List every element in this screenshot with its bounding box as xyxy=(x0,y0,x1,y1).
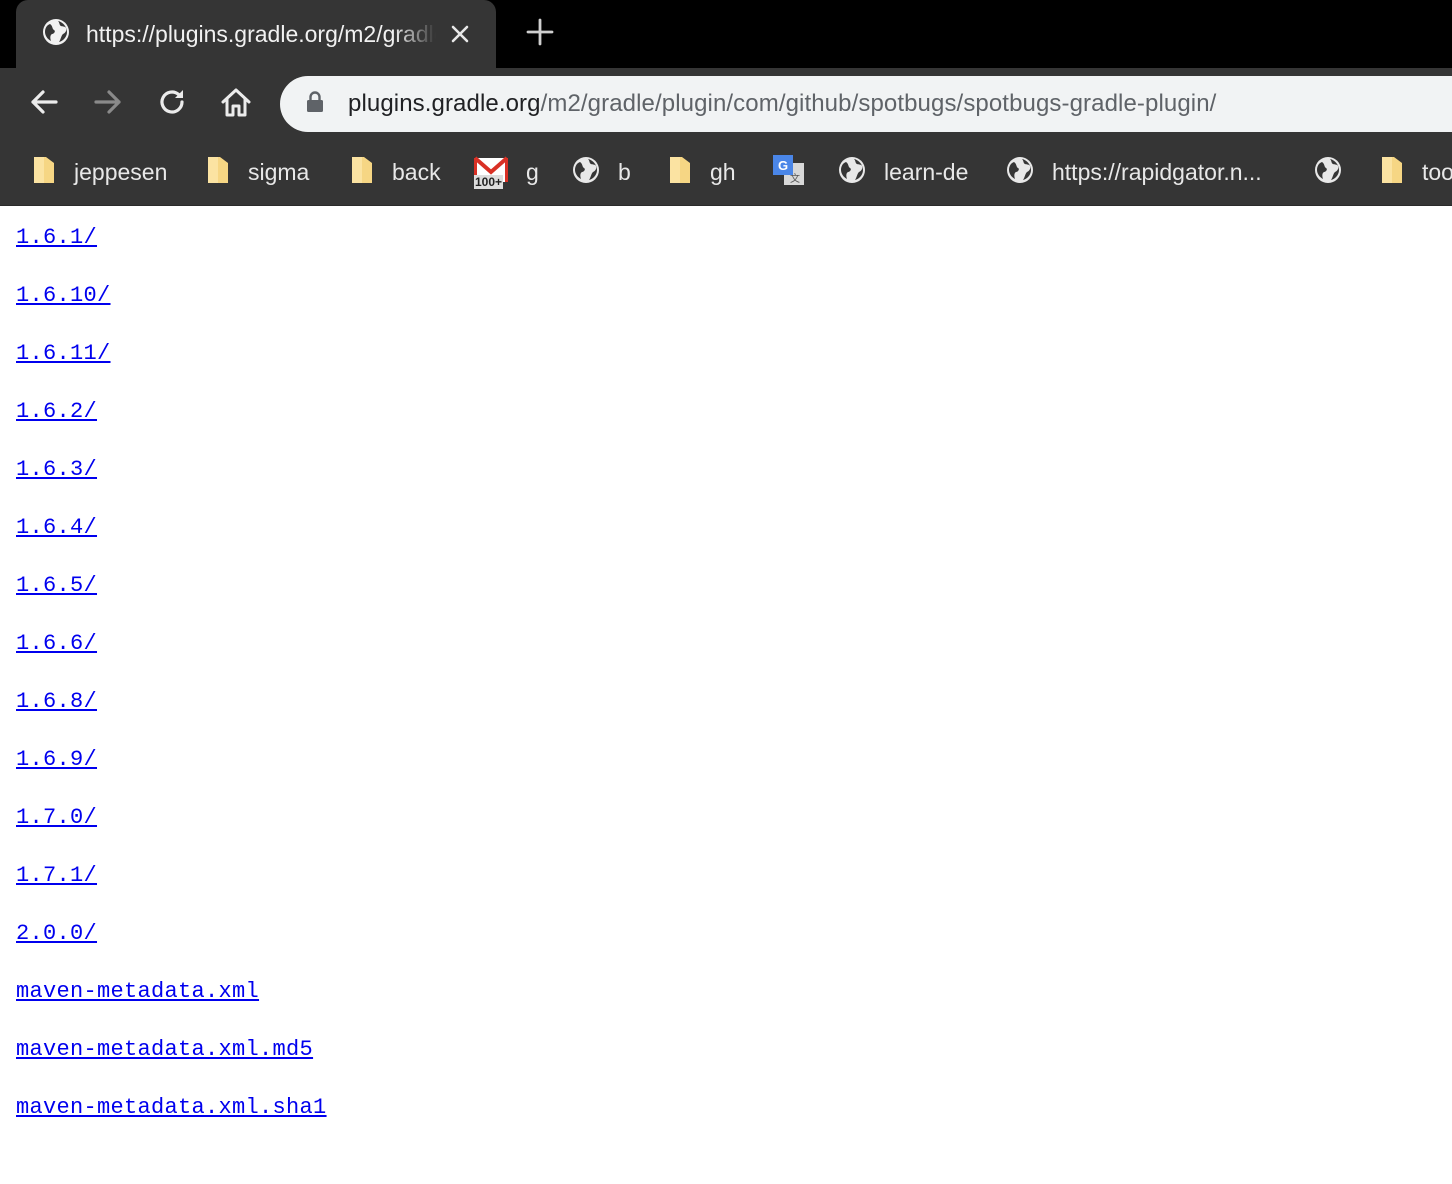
folder-icon xyxy=(350,155,374,190)
bookmark-label: back xyxy=(392,158,441,185)
list-item: 1.6.8/ xyxy=(16,686,97,718)
folder-icon xyxy=(206,155,230,190)
globe-icon xyxy=(1006,156,1034,189)
directory-link[interactable]: 1.6.3/ xyxy=(16,457,97,482)
bookmark-google-translate[interactable]: G 文 xyxy=(772,152,806,192)
list-item: 2.0.0/ xyxy=(16,918,97,950)
bookmark-too[interactable]: too xyxy=(1380,152,1452,192)
bookmark-label: too xyxy=(1422,158,1452,185)
tab-strip: https://plugins.gradle.org/m2/gradle/plu… xyxy=(0,0,1452,68)
tab-title: https://plugins.gradle.org/m2/gradle/plu… xyxy=(86,20,436,47)
google-translate-icon: G 文 xyxy=(772,153,806,192)
list-item: 1.6.6/ xyxy=(16,628,97,660)
back-arrow-icon xyxy=(28,86,60,123)
list-item: 1.6.5/ xyxy=(16,570,97,602)
list-item: 1.7.0/ xyxy=(16,802,97,834)
directory-link[interactable]: 1.7.1/ xyxy=(16,863,97,888)
file-link[interactable]: maven-metadata.xml.md5 xyxy=(16,1037,313,1062)
address-bar-url[interactable]: plugins.gradle.org/m2/gradle/plugin/com/… xyxy=(348,90,1216,118)
address-bar[interactable]: plugins.gradle.org/m2/gradle/plugin/com/… xyxy=(280,76,1452,132)
bookmark-rapidgator[interactable]: https://rapidgator.n... xyxy=(1006,152,1262,192)
list-item: 1.6.9/ xyxy=(16,744,97,776)
list-item: 1.6.3/ xyxy=(16,454,97,486)
file-link[interactable]: maven-metadata.xml xyxy=(16,979,259,1004)
bookmark-gh[interactable]: gh xyxy=(668,152,736,192)
list-item: maven-metadata.xml.md5 xyxy=(16,1034,313,1066)
svg-text:文: 文 xyxy=(790,172,800,185)
close-icon[interactable] xyxy=(448,22,472,46)
directory-link[interactable]: 1.6.8/ xyxy=(16,689,97,714)
reload-icon xyxy=(156,86,188,123)
globe-icon xyxy=(42,18,70,51)
list-item: maven-metadata.xml.sha1 xyxy=(16,1092,327,1124)
directory-link[interactable]: 1.6.5/ xyxy=(16,573,97,598)
plus-icon xyxy=(526,18,554,51)
directory-link[interactable]: 2.0.0/ xyxy=(16,921,97,946)
svg-text:G: G xyxy=(778,158,788,173)
list-item: 1.6.2/ xyxy=(16,396,97,428)
globe-icon xyxy=(838,156,866,189)
bookmark-label: b xyxy=(618,158,631,185)
new-tab-button[interactable] xyxy=(524,18,556,50)
home-button[interactable] xyxy=(218,86,254,122)
list-item: 1.6.4/ xyxy=(16,512,97,544)
bookmark-label: https://rapidgator.n... xyxy=(1052,158,1262,185)
directory-link[interactable]: 1.6.10/ xyxy=(16,283,111,308)
bookmark-g[interactable]: 100+ g xyxy=(473,152,539,192)
directory-link[interactable]: 1.6.9/ xyxy=(16,747,97,772)
bookmark-b[interactable]: b xyxy=(572,152,631,192)
gmail-badge: 100+ xyxy=(474,175,504,189)
folder-icon xyxy=(32,155,56,190)
directory-link[interactable]: 1.6.11/ xyxy=(16,341,111,366)
back-button[interactable] xyxy=(26,86,62,122)
forward-arrow-icon xyxy=(92,86,124,123)
home-icon xyxy=(219,85,253,124)
list-item: 1.7.1/ xyxy=(16,860,97,892)
url-path: /m2/gradle/plugin/com/github/spotbugs/sp… xyxy=(540,90,1217,117)
directory-link[interactable]: 1.6.1/ xyxy=(16,225,97,250)
directory-link[interactable]: 1.6.6/ xyxy=(16,631,97,656)
list-item: 1.6.11/ xyxy=(16,338,111,370)
bookmark-label: learn-de xyxy=(884,158,969,185)
bookmark-sigma[interactable]: sigma xyxy=(206,152,309,192)
directory-link[interactable]: 1.7.0/ xyxy=(16,805,97,830)
url-host: plugins.gradle.org xyxy=(348,90,541,117)
globe-icon xyxy=(572,156,600,189)
file-link[interactable]: maven-metadata.xml.sha1 xyxy=(16,1095,327,1120)
bookmark-label: g xyxy=(526,158,539,185)
forward-button[interactable] xyxy=(90,86,126,122)
directory-link[interactable]: 1.6.2/ xyxy=(16,399,97,424)
bookmarks-bar: jeppesen sigma back 100+ g b gh G 文 lear… xyxy=(0,140,1452,206)
lock-icon[interactable] xyxy=(306,90,324,118)
bookmark-back[interactable]: back xyxy=(350,152,441,192)
folder-icon xyxy=(1380,155,1404,190)
folder-icon xyxy=(668,155,692,190)
bookmark-label: sigma xyxy=(248,158,310,185)
directory-link[interactable]: 1.6.4/ xyxy=(16,515,97,540)
reload-button[interactable] xyxy=(154,86,190,122)
bookmark-label: jeppesen xyxy=(74,158,168,185)
list-item: 1.6.10/ xyxy=(16,280,111,312)
gmail-icon: 100+ xyxy=(473,155,509,189)
bookmark-jeppesen[interactable]: jeppesen xyxy=(32,152,167,192)
browser-toolbar: plugins.gradle.org/m2/gradle/plugin/com/… xyxy=(0,68,1452,140)
active-tab[interactable]: https://plugins.gradle.org/m2/gradle/plu… xyxy=(16,0,496,68)
list-item: maven-metadata.xml xyxy=(16,976,259,1008)
list-item: 1.6.1/ xyxy=(16,222,97,254)
bookmark-globe[interactable] xyxy=(1314,152,1342,192)
globe-icon xyxy=(1314,156,1342,189)
bookmark-learn-de[interactable]: learn-de xyxy=(838,152,968,192)
bookmark-label: gh xyxy=(710,158,736,185)
